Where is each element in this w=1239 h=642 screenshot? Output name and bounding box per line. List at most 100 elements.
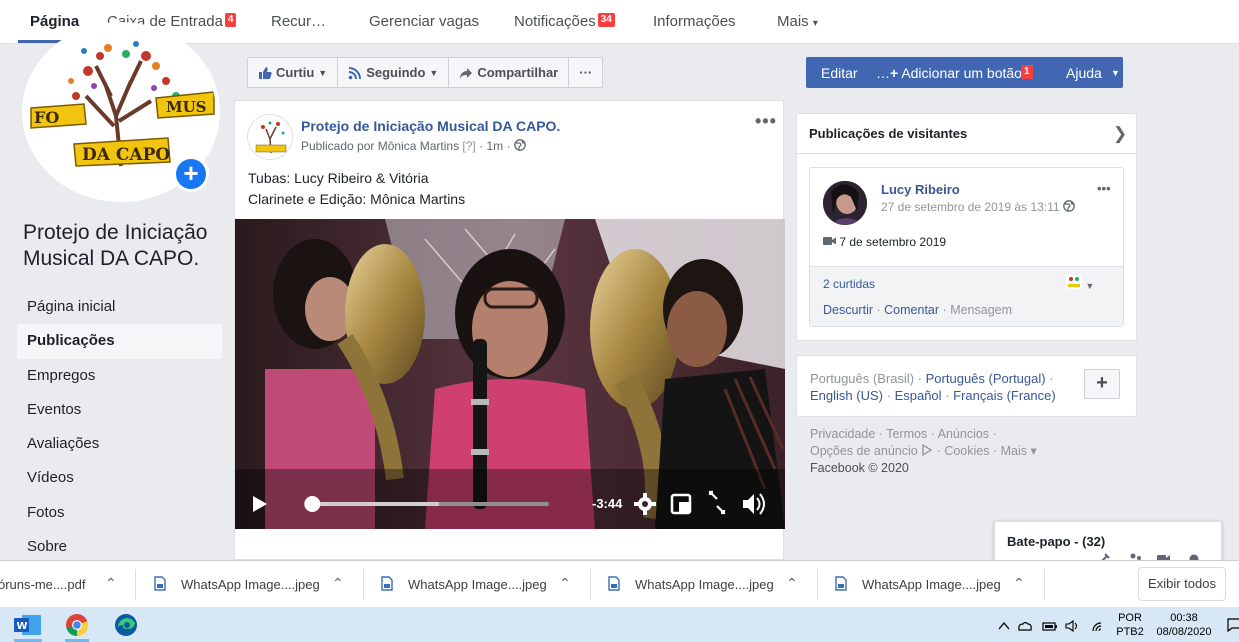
language-link[interactable]: Español <box>895 388 942 403</box>
download-item[interactable]: óruns-me....pdf ⌃ <box>0 561 130 608</box>
likes-count[interactable]: 2 curtidas <box>823 277 875 291</box>
page-avatar-select[interactable]: ▼ <box>1066 275 1094 292</box>
nav-item-photos[interactable]: Fotos <box>17 496 222 530</box>
post-options-button[interactable]: ••• <box>755 111 777 132</box>
unlike-link[interactable]: Descurtir <box>823 303 873 317</box>
word-app-icon[interactable]: W <box>14 614 42 636</box>
nav-item-posts[interactable]: Publicações <box>17 324 222 359</box>
post-meta: Publicado por Mônica Martins [?] · 1m · <box>301 139 526 153</box>
tab-label: Recur… <box>271 13 327 30</box>
footer-link-ad-choices[interactable]: Opções de anúncio <box>810 444 918 458</box>
nav-item-events[interactable]: Eventos <box>17 393 222 427</box>
video-camera-icon <box>823 237 836 245</box>
footer-copyright: Facebook © 2020 <box>810 461 909 475</box>
page-top-nav: Página Caixa de Entrada 4 Recur… Gerencia… <box>0 0 1239 44</box>
comment-link[interactable]: Comentar <box>884 303 939 317</box>
chevron-up-icon[interactable]: ⌃ <box>559 575 571 592</box>
post-page-name[interactable]: Protejo de Iniciação Musical DA CAPO. <box>301 118 560 134</box>
chevron-down-icon: ▼ <box>1111 68 1120 78</box>
share-button[interactable]: Compartilhar <box>449 58 570 87</box>
visitor-post-meta: 27 de setembro de 2019 às 13:11 <box>881 200 1075 214</box>
chevron-down-icon: ▼ <box>429 67 439 78</box>
add-button[interactable]: + Adicionar um botão <box>890 65 1022 81</box>
miniplayer-button[interactable] <box>669 489 693 519</box>
message-link[interactable]: Mensagem <box>950 303 1012 317</box>
separator-dot: · <box>917 371 923 386</box>
language-link[interactable]: Português (Portugal) <box>926 371 1046 386</box>
tab-page[interactable]: Página <box>30 13 79 30</box>
edit-button[interactable]: Editar <box>821 65 858 81</box>
chevron-up-icon[interactable]: ⌃ <box>105 575 117 592</box>
footer-link-more[interactable]: Mais <box>1001 444 1027 458</box>
windows-taskbar: W POR PTB2 00:38 08/08/2020 <box>0 607 1239 642</box>
nav-item-reviews[interactable]: Avaliações <box>17 427 222 461</box>
footer-link-terms[interactable]: Termos <box>886 427 927 441</box>
avatar[interactable] <box>823 181 867 225</box>
tab-manage-jobs[interactable]: Gerenciar vagas <box>369 13 479 30</box>
chat-panel[interactable]: Bate-papo - (32) <box>994 521 1222 565</box>
language-link[interactable]: Français (France) <box>953 388 1056 403</box>
footer-link-privacy[interactable]: Privacidade <box>810 427 875 441</box>
footer-link-ads[interactable]: Anúncios <box>938 427 989 441</box>
download-item[interactable]: WhatsApp Image....jpeg ⌃ <box>150 561 360 608</box>
separator-dot: · <box>886 388 891 403</box>
file-icon <box>154 576 166 591</box>
downloads-bar: óruns-me....pdf ⌃ WhatsApp Image....jpeg… <box>0 560 1239 607</box>
separator-dot: · <box>1049 371 1054 386</box>
nav-item-home[interactable]: Página inicial <box>17 290 222 324</box>
chevron-up-icon[interactable]: ⌃ <box>332 575 344 592</box>
video-player[interactable]: -3:44 <box>235 219 785 529</box>
add-language-button[interactable]: + <box>1084 369 1120 399</box>
download-item[interactable]: WhatsApp Image....jpeg ⌃ <box>377 561 587 608</box>
tab-notifications[interactable]: Notificações 34 <box>514 13 615 30</box>
nav-item-videos[interactable]: Vídeos <box>17 461 222 495</box>
user-avatar-image <box>823 181 867 225</box>
tab-insights[interactable]: Informações <box>653 13 736 30</box>
download-filename: WhatsApp Image....jpeg <box>408 577 547 592</box>
add-photo-button[interactable]: + <box>173 156 209 192</box>
post-author[interactable]: Publicado por Mônica Martins <box>301 139 459 153</box>
post-text: Tubas: Lucy Ribeiro & Vitória Clarinete … <box>248 168 465 210</box>
edge-icon <box>115 614 137 636</box>
footer-link-cookies[interactable]: Cookies <box>944 444 989 458</box>
help-mark[interactable]: [?] <box>462 139 475 153</box>
settings-button[interactable] <box>635 489 657 519</box>
nav-item-jobs[interactable]: Empregos <box>17 359 222 393</box>
divider <box>363 569 364 600</box>
liked-button[interactable]: Curtiu ▼ <box>248 58 339 87</box>
system-clock[interactable]: 00:38 08/08/2020 <box>1150 611 1218 639</box>
play-button[interactable] <box>245 489 277 521</box>
post-text-line: Tubas: Lucy Ribeiro & Vitória <box>248 170 429 186</box>
help-button[interactable]: Ajuda <box>1066 65 1102 81</box>
chevron-up-icon[interactable]: ⌃ <box>1013 575 1025 592</box>
download-item[interactable]: WhatsApp Image....jpeg ⌃ <box>604 561 814 608</box>
visitor-posts-title[interactable]: Publicações de visitantes <box>809 126 967 141</box>
notification-center-icon[interactable] <box>1227 618 1239 632</box>
post-time[interactable]: · 1m · <box>479 139 510 153</box>
visitor-post-date[interactable]: 27 de setembro de 2019 às 13:11 <box>881 200 1060 214</box>
svg-text:FO: FO <box>34 108 59 127</box>
post-page-avatar[interactable] <box>247 114 293 160</box>
post-options-button[interactable]: ••• <box>1097 181 1111 196</box>
volume-button[interactable] <box>740 489 770 519</box>
video-seek-bar[interactable] <box>303 494 551 514</box>
language-link[interactable]: English (US) <box>810 388 883 403</box>
more-dots-icon: ··· <box>579 65 593 80</box>
chrome-app-icon[interactable] <box>65 613 89 637</box>
more-options-button[interactable]: ··· <box>569 58 602 87</box>
tab-more[interactable]: Mais ▾ <box>777 13 818 30</box>
show-all-downloads-button[interactable]: Exibir todos <box>1138 567 1226 601</box>
fullscreen-button[interactable] <box>705 489 729 519</box>
keyboard-language[interactable]: POR PTB2 <box>1113 611 1147 639</box>
edge-app-icon[interactable] <box>114 613 138 637</box>
chevron-right-icon[interactable]: ❯ <box>1113 124 1127 144</box>
visitor-posts-card: Publicações de visitantes ❯ Lucy Ribeiro… <box>796 113 1137 341</box>
separator-dot: · <box>945 388 950 403</box>
chevron-up-icon[interactable]: ⌃ <box>786 575 798 592</box>
file-icon <box>835 576 847 591</box>
tab-resources[interactable]: Recur… <box>271 13 326 30</box>
download-item[interactable]: WhatsApp Image....jpeg ⌃ <box>831 561 1041 608</box>
clock-date: 08/08/2020 <box>1156 626 1212 638</box>
following-button[interactable]: Seguindo ▼ <box>338 58 450 87</box>
visitor-post-author[interactable]: Lucy Ribeiro <box>881 182 960 197</box>
